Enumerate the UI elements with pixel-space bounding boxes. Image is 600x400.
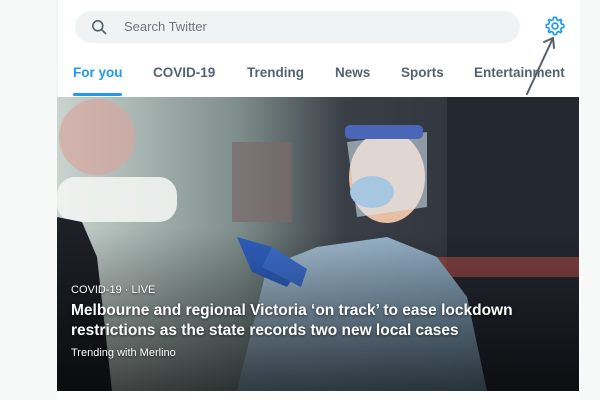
search-input[interactable]: Search Twitter bbox=[124, 19, 207, 35]
tab-covid-19[interactable]: COVID-19 bbox=[153, 65, 215, 80]
tab-for-you[interactable]: For you bbox=[73, 65, 123, 80]
search-icon bbox=[92, 20, 107, 35]
explore-page: Search Twitter For you COVID-19 Trending… bbox=[0, 0, 600, 400]
tab-trending[interactable]: Trending bbox=[247, 65, 304, 80]
hero-kicker: COVID-19 · LIVE bbox=[71, 284, 156, 296]
search-bar[interactable]: Search Twitter bbox=[75, 11, 520, 43]
tab-news[interactable]: News bbox=[335, 65, 370, 80]
tab-sports[interactable]: Sports bbox=[401, 65, 444, 80]
hero-trending-with: Trending with Merlino bbox=[71, 347, 176, 359]
explore-tabs: For you COVID-19 Trending News Sports En… bbox=[57, 60, 579, 98]
trending-hero-card[interactable]: COVID-19 · LIVE Melbourne and regional V… bbox=[57, 97, 579, 391]
next-item-edge bbox=[57, 391, 579, 400]
hero-headline[interactable]: Melbourne and regional Victoria ‘on trac… bbox=[71, 301, 571, 341]
hero-text: COVID-19 · LIVE Melbourne and regional V… bbox=[71, 283, 571, 360]
tab-entertainment[interactable]: Entertainment bbox=[474, 65, 565, 80]
active-tab-indicator bbox=[73, 93, 122, 96]
